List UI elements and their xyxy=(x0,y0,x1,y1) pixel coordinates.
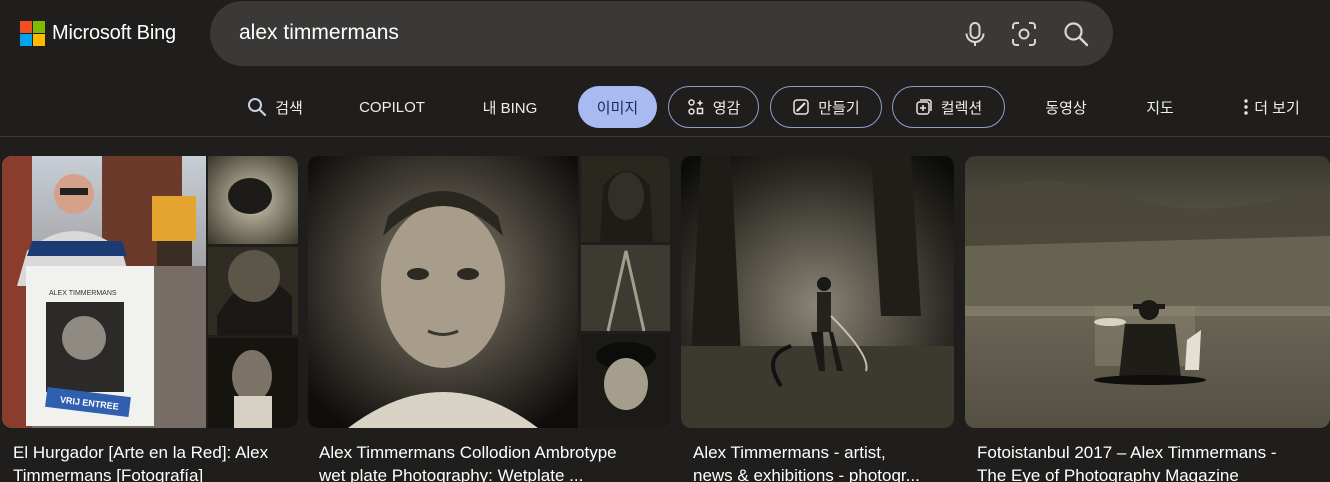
brand-name: Microsoft Bing xyxy=(52,22,176,44)
result-4-title[interactable]: Fotoistanbul 2017 – Alex Timmermans - Th… xyxy=(977,441,1277,482)
tab-my-bing[interactable]: 내 BING xyxy=(474,86,546,128)
tab-my-bing-label: 내 BING xyxy=(482,99,538,117)
tab-images[interactable]: 이미지 xyxy=(578,86,657,128)
tab-maps-label: 지도 xyxy=(1146,99,1174,117)
result-3-title[interactable]: Alex Timmermans - artist, news & exhibit… xyxy=(693,441,920,482)
image-result-2[interactable] xyxy=(308,156,670,428)
image-result-1[interactable]: ALEX TIMMERMANS VRIJ ENTREE xyxy=(2,156,298,428)
collection-add-icon xyxy=(915,98,933,116)
more-menu-label: 더 보기 xyxy=(1254,99,1300,117)
search-input[interactable]: alex timmermans xyxy=(239,21,399,45)
visual-search-icon[interactable] xyxy=(1009,19,1039,49)
result-3-title-line2: news & exhibitions - photogr... xyxy=(693,466,920,482)
result-2-title-line1: Alex Timmermans Collodion Ambrotype xyxy=(319,443,617,462)
tab-maps[interactable]: 지도 xyxy=(1138,86,1182,128)
result-2-title-line2: wet plate Photography: Wetplate ... xyxy=(319,466,584,482)
tab-inspiration-label: 영감 xyxy=(712,99,741,117)
more-menu[interactable]: 더 보기 xyxy=(1232,86,1312,128)
result-4-title-line1: Fotoistanbul 2017 – Alex Timmermans - xyxy=(977,443,1277,462)
image-thumbnail: ALEX TIMMERMANS VRIJ ENTREE xyxy=(2,156,298,428)
header: Microsoft Bing alex timmermans 검색 COPILO… xyxy=(0,0,1330,137)
microsoft-logo-icon xyxy=(20,21,45,46)
tab-copilot[interactable]: COPILOT xyxy=(352,86,432,128)
image-result-4[interactable] xyxy=(965,156,1330,428)
tab-videos[interactable]: 동영상 xyxy=(1036,86,1096,128)
result-1-title-line2: Timmermans [Fotografía] xyxy=(13,466,204,482)
bing-logo[interactable]: Microsoft Bing xyxy=(20,21,176,46)
tab-create[interactable]: 만들기 xyxy=(770,86,882,128)
result-2-title[interactable]: Alex Timmermans Collodion Ambrotype wet … xyxy=(319,441,617,482)
result-1-title-line1: El Hurgador [Arte en la Red]: Alex xyxy=(13,443,269,462)
result-1-title[interactable]: El Hurgador [Arte en la Red]: Alex Timme… xyxy=(13,441,268,482)
tab-images-label: 이미지 xyxy=(596,99,639,117)
result-3-title-line1: Alex Timmermans - artist, xyxy=(693,443,886,462)
microphone-icon[interactable] xyxy=(960,19,990,49)
poster-name: ALEX TIMMERMANS xyxy=(49,290,117,297)
search-icon xyxy=(247,97,267,117)
tab-inspiration[interactable]: 영감 xyxy=(668,86,759,128)
tab-videos-label: 동영상 xyxy=(1045,99,1087,117)
tab-collections-label: 컬렉션 xyxy=(940,99,983,117)
tab-collections[interactable]: 컬렉션 xyxy=(892,86,1005,128)
result-4-title-line2: The Eye of Photography Magazine xyxy=(977,466,1239,482)
image-thumbnail xyxy=(965,156,1330,428)
search-box[interactable]: alex timmermans xyxy=(210,1,1113,66)
image-create-icon xyxy=(792,98,810,116)
tab-create-label: 만들기 xyxy=(818,99,860,117)
image-thumbnail xyxy=(681,156,954,428)
image-thumbnail xyxy=(308,156,670,428)
sparkle-icon xyxy=(687,98,705,116)
tab-search-label: 검색 xyxy=(275,99,303,117)
tab-copilot-label: COPILOT xyxy=(359,98,425,116)
more-vertical-icon xyxy=(1244,99,1248,115)
tab-search[interactable]: 검색 xyxy=(243,86,307,128)
image-result-3[interactable] xyxy=(681,156,954,428)
search-icon[interactable] xyxy=(1061,19,1091,49)
